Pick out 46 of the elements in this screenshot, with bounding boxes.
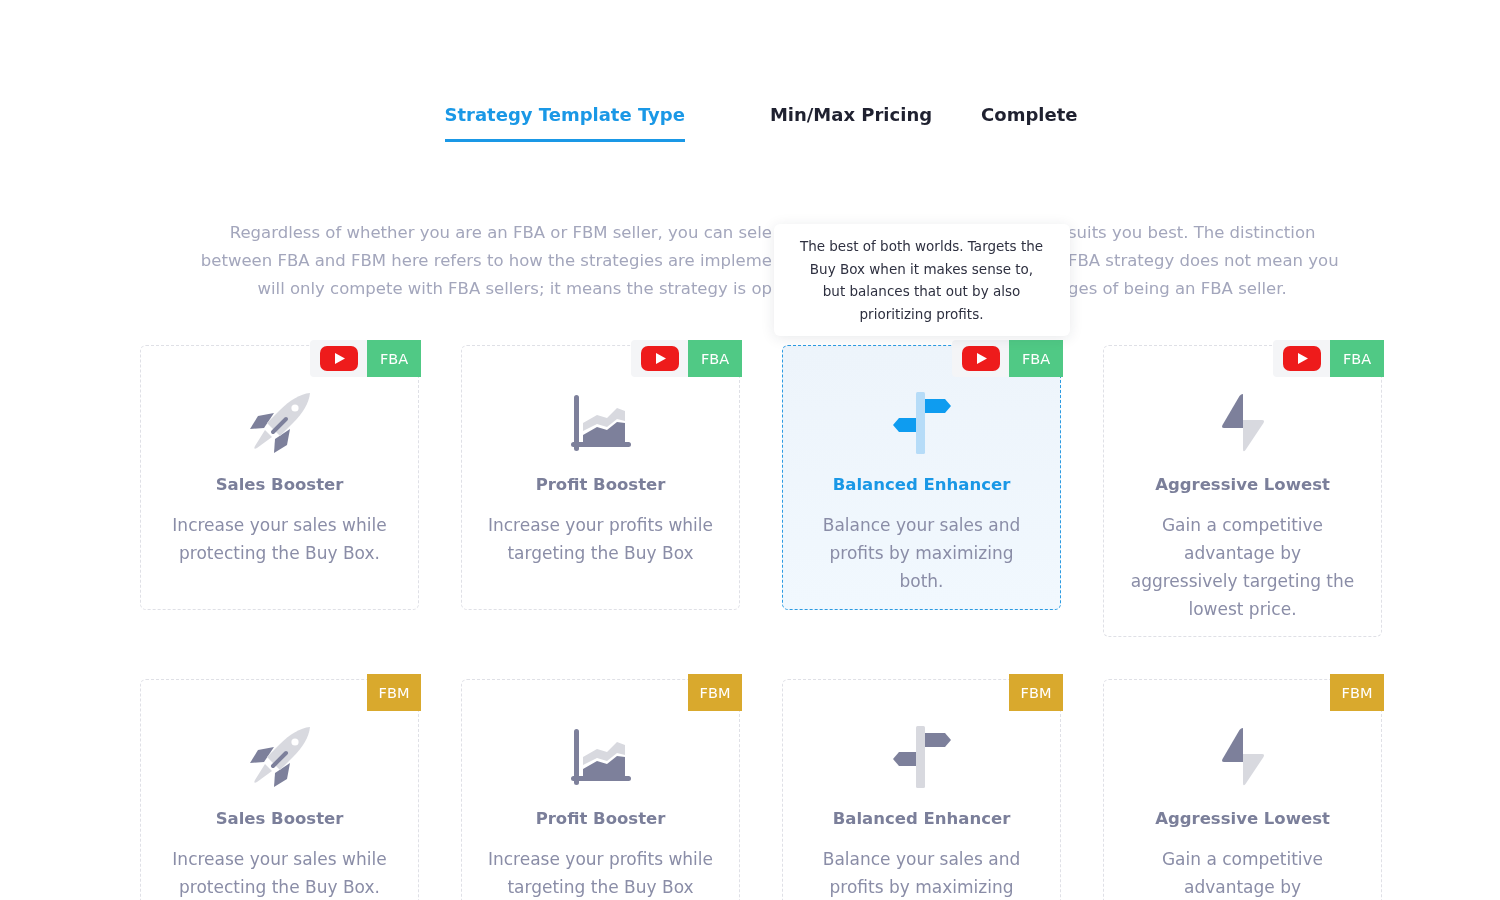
strategy-description: Balance your sales and profits by maximizing bbox=[821, 848, 1022, 899]
fulfillment-tag: FBM bbox=[688, 674, 742, 711]
strategy-description: Increase your profits while targeting the Buy Box bbox=[487, 848, 714, 899]
tooltip: The best of both worlds. Targets the Buy Box when it makes sense to, but balances that out by also prioritizing profits. bbox=[773, 224, 1070, 336]
lightning-bolt-icon bbox=[1220, 394, 1265, 452]
strategy-title: Profit Booster bbox=[535, 474, 666, 496]
strategy-description: Balance your sales and profits by maximizing both. bbox=[821, 514, 1022, 593]
fulfillment-tag: FBM bbox=[1330, 674, 1384, 711]
strategy-title: Aggressive Lowest bbox=[1155, 474, 1330, 496]
rocket-icon bbox=[249, 727, 310, 787]
rocket-icon bbox=[249, 393, 310, 453]
fulfillment-tag: FBM bbox=[367, 674, 421, 711]
fulfillment-tag: FBA bbox=[1330, 340, 1384, 377]
video-play-icon[interactable] bbox=[631, 340, 688, 377]
area-chart-icon bbox=[570, 729, 631, 785]
video-play-icon[interactable] bbox=[310, 340, 367, 377]
video-play-icon[interactable] bbox=[1273, 340, 1330, 377]
strategy-title: Profit Booster bbox=[535, 808, 666, 830]
fulfillment-tag: FBM bbox=[1009, 674, 1063, 711]
video-play-icon[interactable] bbox=[952, 340, 1009, 377]
lightning-bolt-icon bbox=[1220, 728, 1265, 786]
signpost-icon bbox=[892, 726, 951, 788]
intro-text: between FBA and FBM here refers to how the strategies are impleme bbox=[200, 250, 772, 272]
strategy-description: Gain a competitive advantage by aggressively targeting the lowest price. bbox=[1129, 514, 1356, 621]
area-chart-icon bbox=[570, 395, 631, 451]
strategy-title: Balanced Enhancer bbox=[832, 808, 1011, 830]
intro-text: suits you best. The distinction bbox=[1068, 222, 1316, 244]
fulfillment-tag: FBA bbox=[688, 340, 742, 377]
step-tab[interactable]: Complete bbox=[981, 103, 1078, 142]
step-tab[interactable]: Min/Max Pricing bbox=[769, 103, 933, 142]
signpost-icon bbox=[892, 392, 951, 454]
strategy-description: Increase your profits while targeting the Buy Box bbox=[487, 514, 714, 565]
strategy-description: Increase your sales while protecting the Buy Box. bbox=[171, 514, 388, 565]
strategy-description: Gain a competitive advantage by bbox=[1160, 848, 1325, 899]
fulfillment-tag: FBA bbox=[1009, 340, 1063, 377]
strategy-title: Sales Booster bbox=[215, 808, 344, 830]
strategy-title: Aggressive Lowest bbox=[1155, 808, 1330, 830]
strategy-title: Sales Booster bbox=[215, 474, 344, 496]
step-tab[interactable]: Strategy Template Type bbox=[444, 103, 685, 142]
strategy-description: Increase your sales while protecting the Buy Box. bbox=[171, 848, 388, 899]
intro-text: will only compete with FBA sellers; it means the strategy is op bbox=[257, 278, 772, 300]
intro-text: FBA strategy does not mean you bbox=[1068, 250, 1339, 272]
strategy-title: Balanced Enhancer bbox=[832, 474, 1011, 496]
intro-text: Regardless of whether you are an FBA or FBM seller, you can sele bbox=[229, 222, 772, 244]
fulfillment-tag: FBA bbox=[367, 340, 421, 377]
intro-text: ges of being an FBA seller. bbox=[1068, 278, 1287, 300]
